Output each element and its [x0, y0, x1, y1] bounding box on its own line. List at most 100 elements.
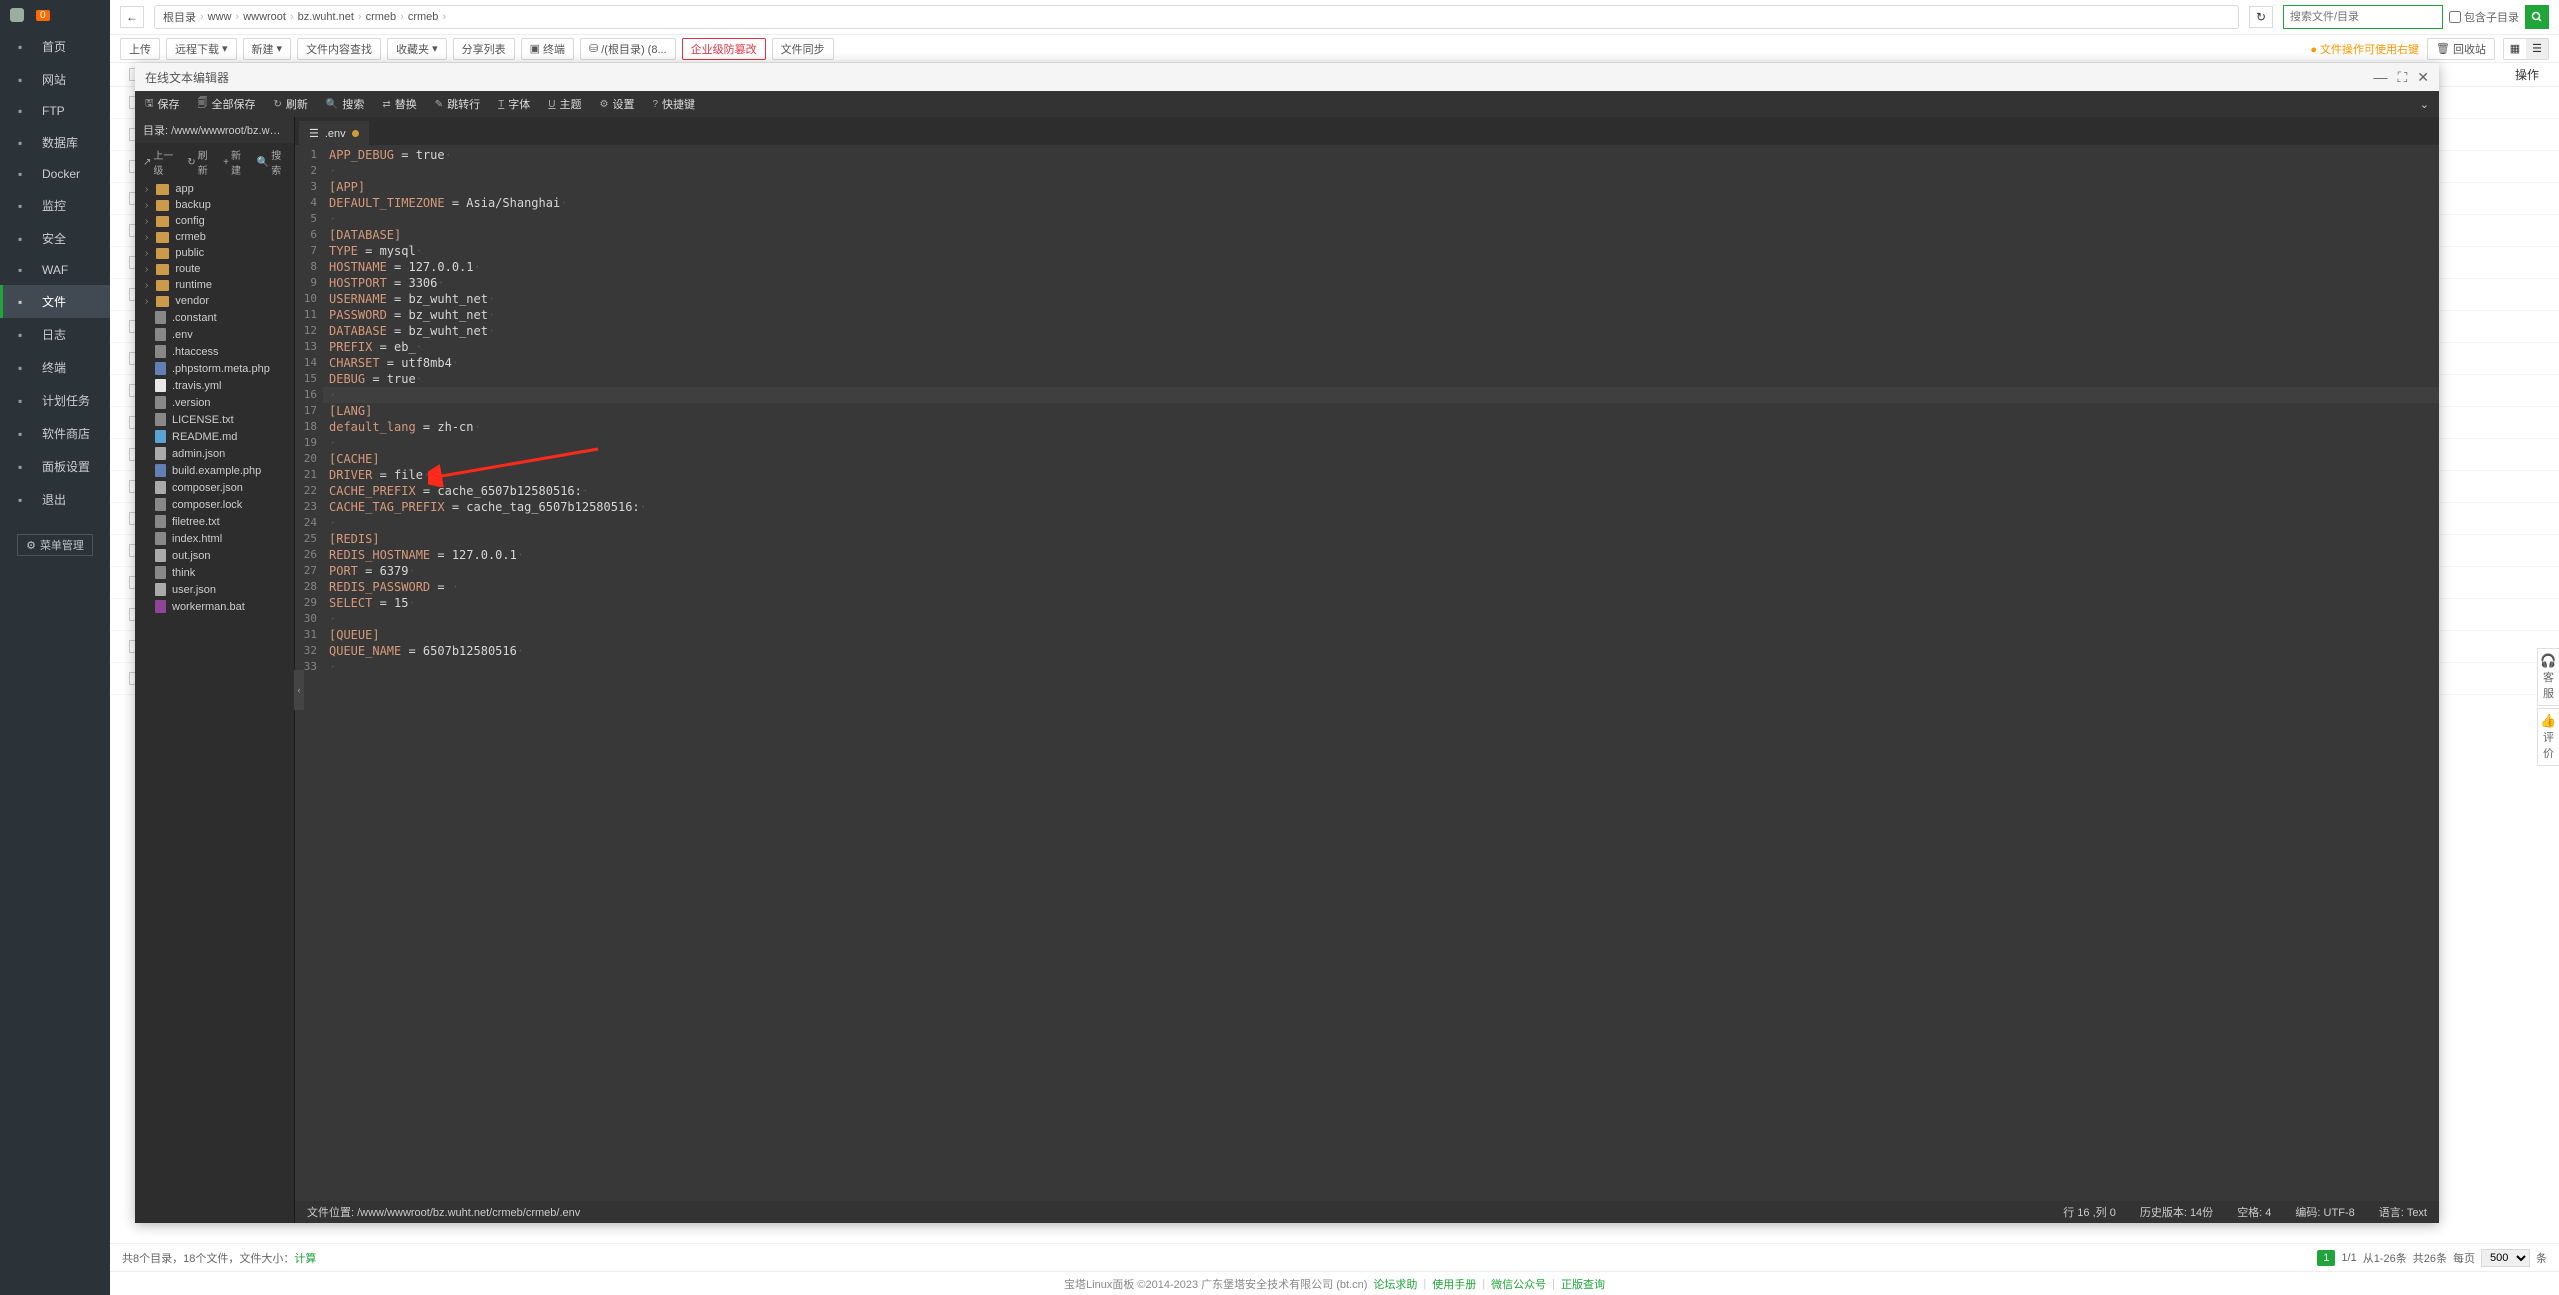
code-content[interactable]: APP_DEBUG = true··[APP]DEFAULT_TIMEZONE …: [323, 145, 2439, 1201]
tree-file[interactable]: .htaccess: [135, 343, 294, 360]
minimize-button[interactable]: —: [2373, 69, 2387, 86]
alert-badge[interactable]: 0: [36, 10, 50, 21]
tree-file[interactable]: composer.json: [135, 479, 294, 496]
tree-new-button[interactable]: +新建: [223, 147, 247, 177]
tree-file[interactable]: .env: [135, 326, 294, 343]
tree-file[interactable]: filetree.txt: [135, 513, 294, 530]
file-search-button[interactable]: 文件内容查找: [297, 38, 381, 60]
tree-folder-config[interactable]: config: [135, 213, 294, 229]
tree-file[interactable]: user.json: [135, 581, 294, 598]
calc-size-link[interactable]: 计算: [294, 1253, 316, 1265]
tree-folder-vendor[interactable]: vendor: [135, 293, 294, 309]
tree-folder-public[interactable]: public: [135, 245, 294, 261]
tree-refresh-button[interactable]: ↻刷新: [187, 147, 213, 177]
tree-file[interactable]: workerman.bat: [135, 598, 294, 615]
menu-manage-button[interactable]: ⚙ 菜单管理: [17, 534, 93, 556]
sidebar-item-store[interactable]: ▪软件商店: [0, 417, 110, 450]
status-position[interactable]: 行 16 ,列 0: [2063, 1204, 2116, 1220]
save-all-menu[interactable]: 🗐全部保存: [198, 96, 256, 113]
tree-file[interactable]: README.md: [135, 428, 294, 445]
save-menu[interactable]: 🖫保存: [145, 96, 180, 113]
crumb-2[interactable]: wwwroot: [243, 11, 286, 23]
breadcrumb[interactable]: 根目录›www›wwwroot›bz.wuht.net›crmeb›crmeb›: [154, 5, 2239, 29]
status-spaces[interactable]: 空格: 4: [2237, 1204, 2271, 1220]
footer-link-manual[interactable]: 使用手册: [1432, 1276, 1476, 1292]
status-language[interactable]: 语言: Text: [2379, 1204, 2427, 1220]
footer-link-wechat[interactable]: 微信公众号: [1491, 1276, 1546, 1292]
sidebar-item-monitor[interactable]: ▪监控: [0, 189, 110, 222]
tree-search-button[interactable]: 🔍搜索: [257, 147, 286, 177]
sidebar-item-docker[interactable]: ▪Docker: [0, 159, 110, 189]
review-tab[interactable]: 👍评价: [2537, 708, 2559, 766]
crumb-3[interactable]: bz.wuht.net: [298, 11, 354, 23]
include-subdir-checkbox[interactable]: 包含子目录: [2449, 9, 2519, 25]
font-menu[interactable]: T字体: [498, 96, 530, 112]
crumb-0[interactable]: 根目录: [163, 9, 196, 25]
sidebar-item-log[interactable]: ▪日志: [0, 318, 110, 351]
new-button[interactable]: 新建▾: [243, 38, 292, 60]
back-button[interactable]: ←: [120, 6, 144, 28]
sidebar-item-database[interactable]: ▪数据库: [0, 126, 110, 159]
crumb-4[interactable]: crmeb: [366, 11, 397, 23]
expand-icon[interactable]: ⌄: [2420, 98, 2429, 111]
sidebar-item-gear[interactable]: ▪面板设置: [0, 450, 110, 483]
status-encoding[interactable]: 编码: UTF-8: [2295, 1204, 2354, 1220]
sidebar-item-waf[interactable]: ▪WAF: [0, 255, 110, 285]
grid-view-button[interactable]: ▦: [2504, 39, 2526, 59]
sidebar-item-clock[interactable]: ▪计划任务: [0, 384, 110, 417]
per-page-select[interactable]: 500: [2481, 1249, 2530, 1267]
service-tab[interactable]: 🎧客服: [2537, 648, 2559, 706]
editor-tab-env[interactable]: ☰ .env: [299, 121, 369, 145]
footer-link-verify[interactable]: 正版查询: [1561, 1276, 1605, 1292]
close-button[interactable]: ✕: [2417, 69, 2429, 86]
tree-up-button[interactable]: ↗上一级: [143, 147, 177, 177]
remote-download-button[interactable]: 远程下载▾: [166, 38, 237, 60]
tree-file[interactable]: .travis.yml: [135, 377, 294, 394]
settings-menu[interactable]: ⚙设置: [600, 96, 635, 112]
tree-folder-route[interactable]: route: [135, 261, 294, 277]
tree-folder-runtime[interactable]: runtime: [135, 277, 294, 293]
crumb-1[interactable]: www: [208, 11, 232, 23]
page-number[interactable]: 1: [2317, 1250, 2335, 1266]
tree-file[interactable]: composer.lock: [135, 496, 294, 513]
code-area[interactable]: 1234567891011121314151617181920212223242…: [295, 145, 2439, 1201]
tree-file[interactable]: .constant: [135, 309, 294, 326]
tree-file[interactable]: build.example.php: [135, 462, 294, 479]
goto-menu[interactable]: ✎跳转行: [435, 96, 480, 112]
crumb-5[interactable]: crmeb: [408, 11, 439, 23]
root-dir-button[interactable]: ⛁/(根目录) (8...: [580, 38, 676, 60]
search-input[interactable]: [2283, 5, 2443, 29]
theme-menu[interactable]: U主题: [548, 96, 581, 112]
tree-file[interactable]: think: [135, 564, 294, 581]
tree-file[interactable]: .version: [135, 394, 294, 411]
search-menu[interactable]: 🔍搜索: [326, 96, 364, 112]
footer-link-forum[interactable]: 论坛求助: [1373, 1276, 1417, 1292]
recycle-bin-button[interactable]: 🗑回收站: [2427, 38, 2495, 60]
maximize-button[interactable]: ⛶: [2397, 69, 2407, 86]
tree-folder-crmeb[interactable]: crmeb: [135, 229, 294, 245]
sidebar-item-home[interactable]: ▪首页: [0, 30, 110, 63]
tree-file[interactable]: LICENSE.txt: [135, 411, 294, 428]
sidebar-item-globe[interactable]: ▪网站: [0, 63, 110, 96]
shortcut-menu[interactable]: ?快捷键: [652, 96, 695, 112]
list-view-button[interactable]: ☰: [2526, 39, 2548, 59]
status-history[interactable]: 历史版本: 14份: [2140, 1204, 2213, 1220]
tree-folder-app[interactable]: app: [135, 181, 294, 197]
tree-file[interactable]: admin.json: [135, 445, 294, 462]
sidebar-item-terminal[interactable]: ▪终端: [0, 351, 110, 384]
sidebar-item-exit[interactable]: ▪退出: [0, 483, 110, 516]
favorites-button[interactable]: 收藏夹▾: [387, 38, 447, 60]
sidebar-item-folder[interactable]: ▪文件: [0, 285, 110, 318]
terminal-button[interactable]: ▣终端: [521, 38, 574, 60]
enterprise-tamper-button[interactable]: 企业级防篡改: [682, 38, 766, 60]
sidebar-item-shield[interactable]: ▪安全: [0, 222, 110, 255]
path-refresh-button[interactable]: ↻: [2249, 6, 2273, 28]
tree-file[interactable]: index.html: [135, 530, 294, 547]
share-list-button[interactable]: 分享列表: [453, 38, 515, 60]
sidebar-item-ftp[interactable]: ▪FTP: [0, 96, 110, 126]
tree-folder-backup[interactable]: backup: [135, 197, 294, 213]
refresh-menu[interactable]: ↻刷新: [274, 96, 308, 112]
tree-file[interactable]: out.json: [135, 547, 294, 564]
upload-button[interactable]: 上传: [120, 38, 160, 60]
file-sync-button[interactable]: 文件同步: [772, 38, 834, 60]
